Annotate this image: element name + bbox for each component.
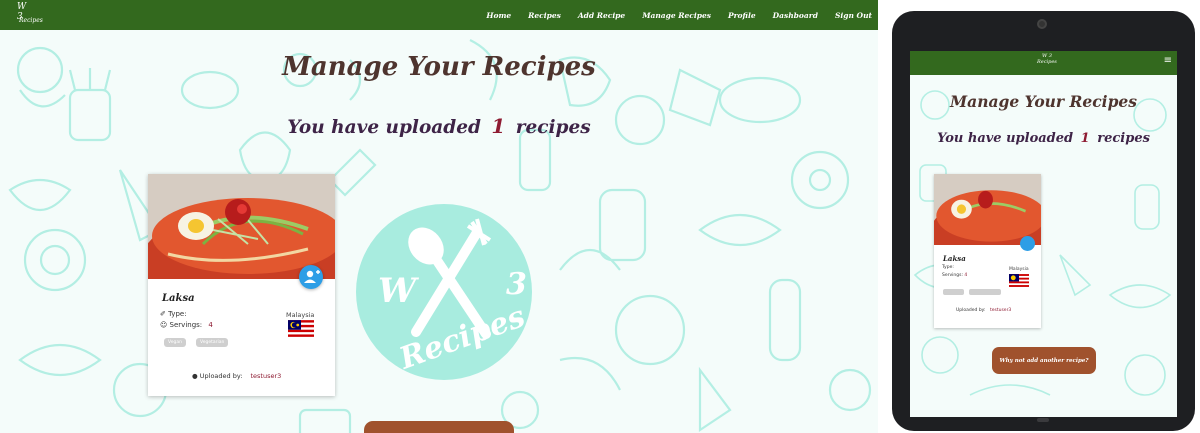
nav-manage-recipes[interactable]: Manage Recipes bbox=[642, 11, 711, 20]
users-icon: ☺ bbox=[160, 321, 168, 329]
tablet-brand-text: Recipes bbox=[1037, 59, 1057, 65]
nav-sign-out[interactable]: Sign Out bbox=[835, 11, 872, 20]
tablet-add-another-recipe-button[interactable]: Why not add another recipe? bbox=[992, 347, 1096, 374]
tablet-malaysia-flag-icon bbox=[1009, 274, 1029, 287]
servings-label: Servings: bbox=[169, 321, 203, 329]
tablet-uploaded-label: Uploaded by: bbox=[956, 308, 986, 313]
count-prefix: You have uploaded bbox=[287, 117, 481, 138]
uploaded-label: Uploaded by: bbox=[199, 372, 243, 380]
tablet-screen: W 3 Recipes ≡ Manage Your Recipes You ha… bbox=[910, 51, 1177, 417]
recipe-type-row: ✐ Type: bbox=[160, 310, 187, 318]
tablet-recipe-count-heading: You have uploaded 1 recipes bbox=[910, 131, 1177, 146]
w3-recipes-logo: W 3 Recipes bbox=[356, 204, 532, 380]
tablet-user-plus-icon[interactable] bbox=[1020, 236, 1035, 251]
tablet-recipe-servings-row: Servings: 4 bbox=[942, 273, 967, 278]
brand-logo[interactable]: W 3 Recipes bbox=[14, 2, 44, 28]
utensil-icon: ✐ bbox=[160, 310, 166, 318]
page-title: Manage Your Recipes bbox=[282, 52, 596, 82]
add-another-recipe-button[interactable] bbox=[364, 421, 514, 433]
hamburger-icon[interactable]: ≡ bbox=[1164, 56, 1172, 66]
servings-value: 4 bbox=[208, 321, 213, 329]
tablet-page-title: Manage Your Recipes bbox=[950, 92, 1137, 111]
recipe-count: 1 bbox=[491, 114, 506, 138]
type-label: Type: bbox=[168, 310, 187, 318]
tablet-tag-vegetarian bbox=[969, 289, 1001, 295]
desktop-view: W 3 Recipes Home Recipes Add Recipe Mana… bbox=[0, 0, 878, 433]
nav-add-recipe[interactable]: Add Recipe bbox=[578, 11, 625, 20]
tablet-brand-logo[interactable]: W 3 Recipes bbox=[1037, 53, 1057, 65]
brand-text: Recipes bbox=[19, 17, 43, 24]
navbar: W 3 Recipes Home Recipes Add Recipe Mana… bbox=[0, 0, 878, 30]
camera-icon bbox=[1037, 19, 1047, 29]
tablet-count-prefix: You have uploaded bbox=[937, 131, 1074, 146]
nav-recipes[interactable]: Recipes bbox=[528, 11, 561, 20]
tablet-navbar: W 3 Recipes ≡ bbox=[910, 51, 1177, 75]
tag-vegetarian: Vegetarian bbox=[195, 338, 229, 347]
nav-home[interactable]: Home bbox=[486, 11, 511, 20]
tablet-recipe-name: Laksa bbox=[943, 254, 966, 263]
recipe-servings-row: ☺ Servings: 4 bbox=[160, 321, 213, 329]
logo-mark-left: W bbox=[378, 271, 419, 311]
recipe-count-heading: You have uploaded 1 recipes bbox=[0, 114, 878, 138]
tablet-type-label: Type: bbox=[942, 265, 954, 270]
recipe-tags: Vegan Vegetarian bbox=[164, 338, 238, 347]
recipe-country: Malaysia bbox=[286, 311, 315, 319]
tablet-tag-vegan bbox=[943, 289, 964, 295]
tablet-recipe-tags bbox=[943, 289, 1006, 295]
tablet-uploader-name[interactable]: testuser3 bbox=[990, 308, 1011, 313]
tablet-servings-label: Servings: bbox=[942, 273, 963, 278]
tablet-recipe-country: Malaysia bbox=[1009, 267, 1029, 272]
tablet-device-frame: W 3 Recipes ≡ Manage Your Recipes You ha… bbox=[892, 11, 1195, 431]
count-suffix: recipes bbox=[515, 117, 591, 138]
uploaded-by-row: ● Uploaded by: testuser3 bbox=[192, 372, 281, 380]
logo-mark-right: 3 bbox=[506, 267, 527, 302]
tablet-recipe-card[interactable]: Laksa Type: Servings: 4 Malaysia Uploade… bbox=[934, 174, 1041, 328]
tag-vegan: Vegan bbox=[164, 338, 186, 347]
tablet-home-button bbox=[1037, 418, 1049, 422]
nav-profile[interactable]: Profile bbox=[728, 11, 756, 20]
tablet-recipe-image[interactable] bbox=[934, 174, 1041, 245]
tablet-servings-value: 4 bbox=[964, 273, 968, 278]
tablet-count-suffix: recipes bbox=[1097, 131, 1150, 146]
tablet-recipe-type-row: Type: bbox=[942, 265, 954, 270]
user-icon: ● bbox=[192, 372, 198, 380]
recipe-image[interactable] bbox=[148, 174, 335, 279]
tablet-uploaded-by-row: Uploaded by: testuser3 bbox=[956, 308, 1011, 313]
malaysia-flag-icon bbox=[288, 320, 314, 337]
nav-links: Home Recipes Add Recipe Manage Recipes P… bbox=[469, 0, 872, 30]
recipe-name: Laksa bbox=[162, 293, 195, 304]
user-plus-icon[interactable] bbox=[299, 265, 323, 289]
recipe-card[interactable]: Laksa ✐ Type: ☺ Servings: 4 Malaysia Veg… bbox=[148, 174, 335, 396]
nav-dashboard[interactable]: Dashboard bbox=[773, 11, 818, 20]
uploader-name[interactable]: testuser3 bbox=[250, 372, 281, 380]
tablet-recipe-count: 1 bbox=[1080, 131, 1090, 146]
